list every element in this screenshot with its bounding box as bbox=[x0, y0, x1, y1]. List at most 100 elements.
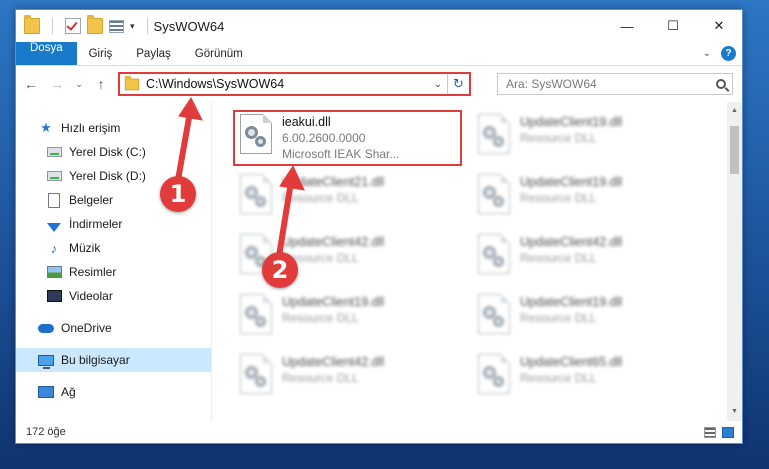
network-icon bbox=[38, 384, 54, 400]
folder-icon bbox=[24, 15, 40, 34]
file-item[interactable]: UpdateClient19.dll Resource DLL bbox=[474, 168, 712, 228]
close-button[interactable]: ✕ bbox=[696, 10, 742, 42]
vertical-scrollbar[interactable]: ▲ ▼ bbox=[727, 102, 742, 421]
sidebar-item-label: Müzik bbox=[69, 241, 101, 255]
dll-file-icon bbox=[236, 174, 276, 220]
pin-icon[interactable] bbox=[198, 219, 205, 228]
recent-locations-chevron-icon[interactable]: ⌄ bbox=[74, 79, 84, 90]
properties-icon[interactable] bbox=[109, 19, 124, 33]
hard-disk-icon bbox=[46, 168, 62, 184]
address-bar[interactable]: C:\Windows\SysWOW64 ⌄ ↻ bbox=[118, 72, 471, 96]
forward-arrow-icon[interactable]: → bbox=[48, 76, 66, 92]
sidebar-item-label: Videolar bbox=[69, 289, 113, 303]
window-controls: — ☐ ✕ bbox=[604, 10, 742, 42]
navigation-pane: ★ Hızlı erişim Yerel Disk (C:) Yerel Dis… bbox=[16, 102, 212, 421]
picture-icon bbox=[46, 264, 62, 280]
file-item[interactable]: UpdateClient42.dll Resource DLL bbox=[474, 228, 712, 288]
sidebar-item-label: OneDrive bbox=[61, 321, 112, 335]
sidebar-item-label: İndirmeler bbox=[69, 217, 123, 231]
cloud-icon bbox=[38, 320, 54, 336]
new-folder-icon[interactable] bbox=[87, 15, 103, 34]
scroll-up-icon[interactable]: ▲ bbox=[727, 104, 742, 118]
file-type: Resource DLL bbox=[520, 371, 597, 385]
hard-disk-icon bbox=[46, 144, 62, 160]
sidebar-item-label: Ağ bbox=[61, 385, 76, 399]
sidebar-item-music[interactable]: ♪ Müzik bbox=[16, 236, 211, 260]
pin-icon[interactable] bbox=[198, 195, 205, 204]
refresh-icon[interactable]: ↻ bbox=[447, 74, 469, 94]
sidebar-item-onedrive[interactable]: OneDrive bbox=[16, 316, 211, 340]
divider bbox=[146, 18, 148, 34]
pin-icon[interactable] bbox=[198, 243, 205, 252]
dll-file-icon bbox=[474, 114, 514, 160]
file-item[interactable]: UpdateClient42.dll Resource DLL bbox=[236, 348, 474, 408]
dll-file-icon bbox=[236, 294, 276, 340]
search-placeholder: Ara: SysWOW64 bbox=[506, 77, 597, 91]
pin-icon[interactable] bbox=[198, 147, 205, 156]
divider bbox=[52, 18, 53, 34]
navigation-bar: ← → ⌄ ↑ C:\Windows\SysWOW64 ⌄ ↻ Ara: Sys… bbox=[16, 66, 742, 102]
expand-ribbon-chevron-icon[interactable]: ⌄ bbox=[703, 48, 711, 59]
customize-toolbar-chevron-icon[interactable]: ▾ bbox=[130, 21, 135, 32]
file-type: Resource DLL bbox=[282, 371, 359, 385]
help-icon[interactable]: ? bbox=[721, 46, 736, 61]
dll-file-icon bbox=[474, 294, 514, 340]
scroll-down-icon[interactable]: ▼ bbox=[727, 405, 742, 419]
sidebar-item-label: Resimler bbox=[69, 265, 117, 279]
file-name: UpdateClient21.dll bbox=[282, 175, 385, 189]
scroll-thumb[interactable] bbox=[730, 126, 739, 174]
dll-file-icon bbox=[474, 174, 514, 220]
folder-icon bbox=[124, 75, 140, 90]
minimize-button[interactable]: — bbox=[604, 10, 650, 42]
dll-file-icon bbox=[236, 354, 276, 400]
back-arrow-icon[interactable]: ← bbox=[22, 76, 40, 92]
document-icon bbox=[46, 192, 62, 208]
sidebar-item-label: Yerel Disk (D:) bbox=[69, 169, 146, 183]
file-name: UpdateClient19.dll bbox=[520, 115, 623, 129]
sidebar-item-this-pc[interactable]: Bu bilgisayar bbox=[16, 348, 211, 372]
address-path[interactable]: C:\Windows\SysWOW64 bbox=[146, 77, 284, 91]
file-item[interactable]: UpdateClient19.dll Resource DLL bbox=[474, 288, 712, 348]
file-name: UpdateClient19.dll bbox=[520, 295, 623, 309]
file-type: Resource DLL bbox=[282, 191, 359, 205]
up-arrow-icon[interactable]: ↑ bbox=[92, 76, 110, 92]
details-view-icon[interactable] bbox=[704, 426, 716, 438]
step-1-badge: 1 bbox=[160, 176, 196, 212]
sidebar-item-pictures[interactable]: Resimler bbox=[16, 260, 211, 284]
tab-view[interactable]: Görünüm bbox=[183, 42, 255, 65]
large-icons-view-icon[interactable] bbox=[722, 426, 734, 438]
file-name: UpdateClient19.dll bbox=[520, 175, 623, 189]
sidebar-item-network[interactable]: Ağ bbox=[16, 380, 211, 404]
sidebar-item-label: Bu bilgisayar bbox=[61, 353, 130, 367]
dll-file-icon bbox=[474, 234, 514, 280]
pin-icon[interactable] bbox=[198, 291, 205, 300]
sidebar-item-local-disk-c[interactable]: Yerel Disk (C:) bbox=[16, 140, 211, 164]
sidebar-item-videos[interactable]: Videolar bbox=[16, 284, 211, 308]
pin-icon[interactable] bbox=[198, 267, 205, 276]
file-type: Resource DLL bbox=[520, 131, 597, 145]
sidebar-item-downloads[interactable]: İndirmeler bbox=[16, 212, 211, 236]
file-item[interactable]: UpdateClient21.dll Resource DLL bbox=[236, 168, 474, 228]
file-item[interactable]: UpdateClient19.dll Resource DLL bbox=[236, 288, 474, 348]
step-2-badge: 2 bbox=[262, 252, 298, 288]
tab-file[interactable]: Dosya bbox=[16, 42, 77, 65]
properties-check-icon[interactable] bbox=[65, 18, 81, 34]
star-icon: ★ bbox=[40, 120, 52, 135]
file-type: Resource DLL bbox=[520, 191, 597, 205]
search-icon[interactable] bbox=[710, 74, 732, 94]
maximize-button[interactable]: ☐ bbox=[650, 10, 696, 42]
file-name: UpdateClient65.dll bbox=[520, 355, 623, 369]
pin-icon[interactable] bbox=[198, 171, 205, 180]
file-item[interactable]: UpdateClient65.dll Resource DLL bbox=[474, 348, 712, 408]
file-item[interactable]: UpdateClient19.dll Resource DLL bbox=[474, 108, 712, 168]
search-input[interactable]: Ara: SysWOW64 bbox=[497, 73, 733, 95]
title-bar: ▾ SysWOW64 — ☐ ✕ bbox=[16, 10, 742, 42]
address-history-chevron-icon[interactable]: ⌄ bbox=[429, 79, 447, 90]
tab-share[interactable]: Paylaş bbox=[124, 42, 183, 65]
video-icon bbox=[46, 288, 62, 304]
tab-home[interactable]: Giriş bbox=[77, 42, 125, 65]
sidebar-item-quick-access[interactable]: ★ Hızlı erişim bbox=[16, 116, 211, 140]
